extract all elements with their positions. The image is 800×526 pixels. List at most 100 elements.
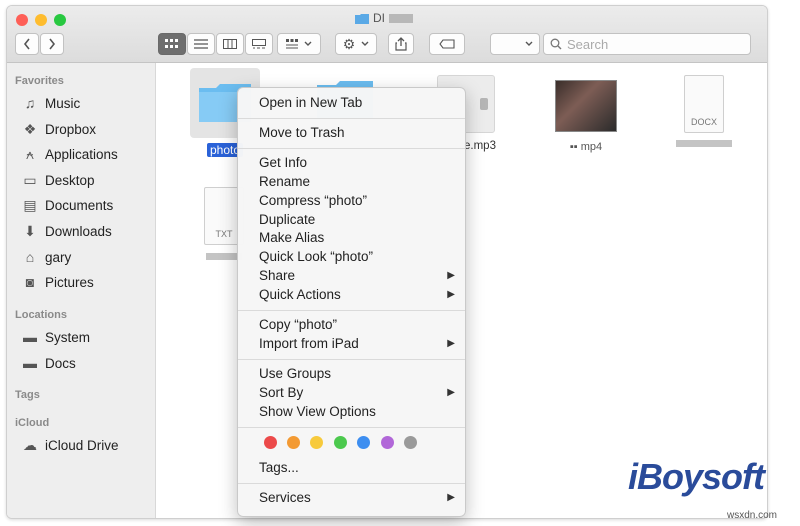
sidebar-item-pictures[interactable]: ◙ Pictures	[21, 272, 94, 292]
docx-type-label: DOCX	[690, 117, 717, 127]
search-icon	[550, 38, 562, 50]
documents-icon: ▤	[23, 196, 37, 213]
share-icon	[395, 37, 407, 51]
menu-quick-actions[interactable]: Quick Actions ▶	[259, 286, 455, 304]
sidebar-item-documents[interactable]: ▤ Documents	[21, 195, 113, 215]
pictures-icon: ◙	[25, 274, 35, 290]
sidebar-item-label: Docs	[45, 355, 76, 371]
tag-green-dot[interactable]	[334, 436, 347, 449]
list-view-button[interactable]	[187, 33, 215, 55]
close-button[interactable]	[16, 14, 28, 26]
menu-show-view-options[interactable]: Show View Options	[259, 403, 376, 421]
menu-duplicate[interactable]: Duplicate	[259, 211, 315, 229]
tag-icon	[439, 39, 455, 49]
downloads-icon: ⬇	[24, 222, 36, 239]
chevron-down-icon	[304, 41, 312, 46]
path-dropdown[interactable]	[490, 33, 540, 55]
menu-share[interactable]: Share ▶	[259, 267, 455, 285]
site-watermark: wsxdn.com	[727, 510, 778, 521]
file-name-mp4[interactable]: ▪▪ mp4	[570, 141, 602, 153]
file-docx[interactable]: DOCX	[674, 75, 734, 147]
chevron-down-icon	[361, 41, 369, 46]
zoom-button[interactable]	[54, 14, 66, 26]
sidebar-item-label: Pictures	[45, 274, 94, 290]
menu-quick-actions-label: Quick Actions	[259, 287, 341, 302]
window-title: DI	[355, 11, 413, 25]
sidebar-item-label: Documents	[45, 197, 114, 213]
sidebar-item-docs[interactable]: ▬ Docs	[21, 353, 76, 373]
file-mp4[interactable]: ▪▪ mp4	[551, 80, 621, 153]
column-view-button[interactable]	[216, 33, 244, 55]
sidebar-item-system[interactable]: ▬ System	[21, 327, 90, 347]
menu-move-to-trash[interactable]: Move to Trash	[259, 124, 345, 142]
sidebar-item-downloads[interactable]: ⬇ Downloads	[21, 221, 112, 241]
gallery-view-button[interactable]	[245, 33, 273, 55]
submenu-arrow-icon: ▶	[447, 492, 455, 503]
folder-icon	[355, 13, 369, 24]
menu-separator	[238, 427, 465, 428]
sidebar-item-gary[interactable]: ⌂ gary	[21, 247, 72, 267]
icon-view-button[interactable]	[158, 33, 186, 55]
tag-button[interactable]	[429, 33, 465, 55]
docx-icon: DOCX	[684, 75, 724, 133]
toolbar: DI ⚙ Search	[7, 6, 767, 63]
minimize-button[interactable]	[35, 14, 47, 26]
menu-tags[interactable]: Tags...	[259, 459, 299, 477]
submenu-arrow-icon: ▶	[447, 338, 455, 349]
redacted-title	[389, 13, 413, 23]
music-icon: ♫	[24, 95, 36, 111]
sidebar-item-icloud-drive[interactable]: ☁ iCloud Drive	[21, 435, 119, 455]
share-button[interactable]	[388, 33, 414, 55]
menu-compress[interactable]: Compress “photo”	[259, 192, 367, 210]
disk-icon: ▬	[23, 329, 37, 345]
sidebar-item-label: System	[45, 329, 91, 345]
sidebar-item-applications[interactable]: ⍲ Applications	[21, 144, 118, 164]
gear-icon: ⚙	[342, 35, 356, 52]
desktop-icon: ▭	[23, 171, 37, 188]
sidebar-item-music[interactable]: ♫ Music	[21, 93, 81, 113]
menu-open-new-tab[interactable]: Open in New Tab	[259, 94, 362, 112]
home-icon: ⌂	[25, 249, 35, 265]
menu-import-ipad-label: Import from iPad	[259, 336, 359, 351]
disk-icon: ▬	[23, 355, 37, 371]
chevron-left-icon	[23, 38, 30, 50]
menu-use-groups[interactable]: Use Groups	[259, 365, 331, 383]
menu-sort-by-label: Sort By	[259, 385, 304, 400]
menu-separator	[238, 310, 465, 311]
window-title-text: DI	[373, 11, 385, 25]
tag-orange-dot[interactable]	[287, 436, 300, 449]
tag-yellow-dot[interactable]	[310, 436, 323, 449]
icloud-header: iCloud	[15, 417, 50, 429]
menu-separator	[238, 148, 465, 149]
menu-import-ipad[interactable]: Import from iPad ▶	[259, 335, 455, 353]
menu-separator	[238, 118, 465, 119]
menu-services[interactable]: Services ▶	[259, 489, 455, 507]
menu-quick-look[interactable]: Quick Look “photo”	[259, 248, 373, 266]
action-button[interactable]: ⚙	[335, 33, 377, 55]
tags-header: Tags	[15, 389, 40, 401]
sidebar-item-desktop[interactable]: ▭ Desktop	[21, 170, 95, 190]
file-ext-mp4: mp4	[580, 141, 603, 153]
search-field[interactable]: Search	[543, 33, 751, 55]
sidebar: Favorites ♫ Music ❖ Dropbox ⍲ Applications …	[7, 63, 156, 518]
tag-blue-dot[interactable]	[357, 436, 370, 449]
menu-make-alias[interactable]: Make Alias	[259, 229, 324, 247]
menu-rename[interactable]: Rename	[259, 173, 310, 191]
sidebar-item-label: gary	[45, 249, 72, 265]
tag-purple-dot[interactable]	[381, 436, 394, 449]
sidebar-item-dropbox[interactable]: ❖ Dropbox	[21, 119, 96, 139]
menu-sort-by[interactable]: Sort By ▶	[259, 384, 455, 402]
back-button[interactable]	[15, 33, 39, 55]
tag-red-dot[interactable]	[264, 436, 277, 449]
tag-gray-dot[interactable]	[404, 436, 417, 449]
forward-button[interactable]	[40, 33, 64, 55]
video-thumbnail	[555, 80, 617, 132]
menu-get-info[interactable]: Get Info	[259, 154, 307, 172]
column-view-icon	[223, 39, 237, 49]
sidebar-item-label: Desktop	[45, 172, 95, 188]
locations-header: Locations	[15, 309, 67, 321]
group-button[interactable]	[277, 33, 321, 55]
chevron-down-icon	[525, 41, 533, 46]
file-name-mp3[interactable]: e.mp3	[464, 140, 496, 152]
menu-copy[interactable]: Copy “photo”	[259, 316, 337, 334]
